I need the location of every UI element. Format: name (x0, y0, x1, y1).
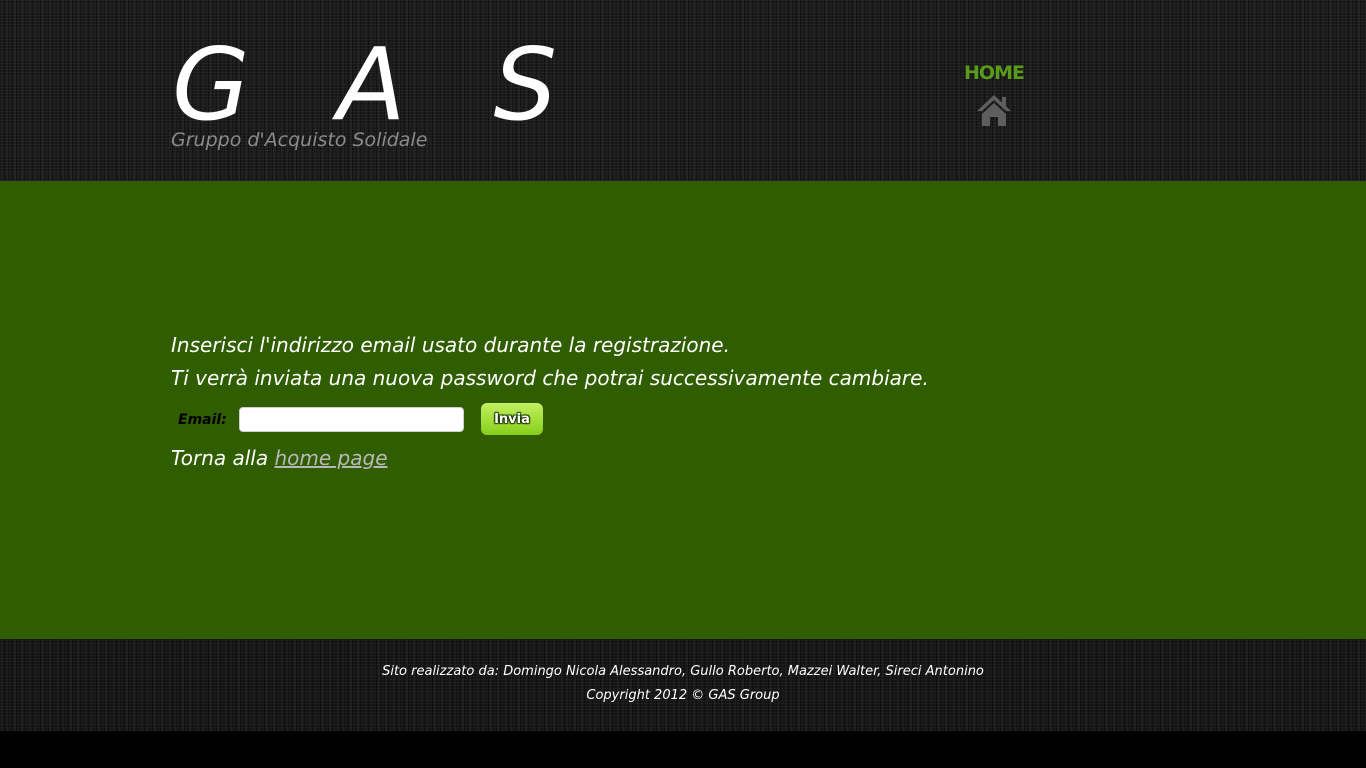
home-page-link[interactable]: home page (274, 446, 387, 470)
back-to-home-line: Torna alla home page (171, 443, 388, 473)
site-logo-subtitle: Gruppo d'Acquisto Solidale (171, 129, 428, 151)
main-content: Inserisci l'indirizzo email usato durant… (0, 181, 1366, 639)
instructions: Inserisci l'indirizzo email usato durant… (171, 329, 929, 395)
back-prefix: Torna alla (171, 446, 275, 470)
site-header: G A S Gruppo d'Acquisto Solidale HOME (0, 0, 1366, 181)
instruction-line-2: Ti verrà inviata una nuova password che … (171, 366, 929, 390)
nav-home-label: HOME (964, 62, 1025, 84)
site-footer: Sito realizzato da: Domingo Nicola Aless… (0, 639, 1366, 731)
nav-home-link[interactable]: HOME (958, 62, 1030, 132)
email-input[interactable] (239, 407, 464, 432)
bottom-bar (0, 731, 1366, 768)
submit-button[interactable]: Invia (481, 403, 543, 435)
instruction-line-1: Inserisci l'indirizzo email usato durant… (171, 333, 730, 357)
site-logo-title: G A S (172, 26, 585, 143)
home-icon (975, 93, 1013, 129)
email-label: Email: (178, 412, 227, 428)
footer-copyright: Copyright 2012 © GAS Group (586, 688, 780, 703)
footer-credits: Sito realizzato da: Domingo Nicola Aless… (382, 664, 984, 679)
password-reset-form: Email: Invia (178, 403, 578, 435)
